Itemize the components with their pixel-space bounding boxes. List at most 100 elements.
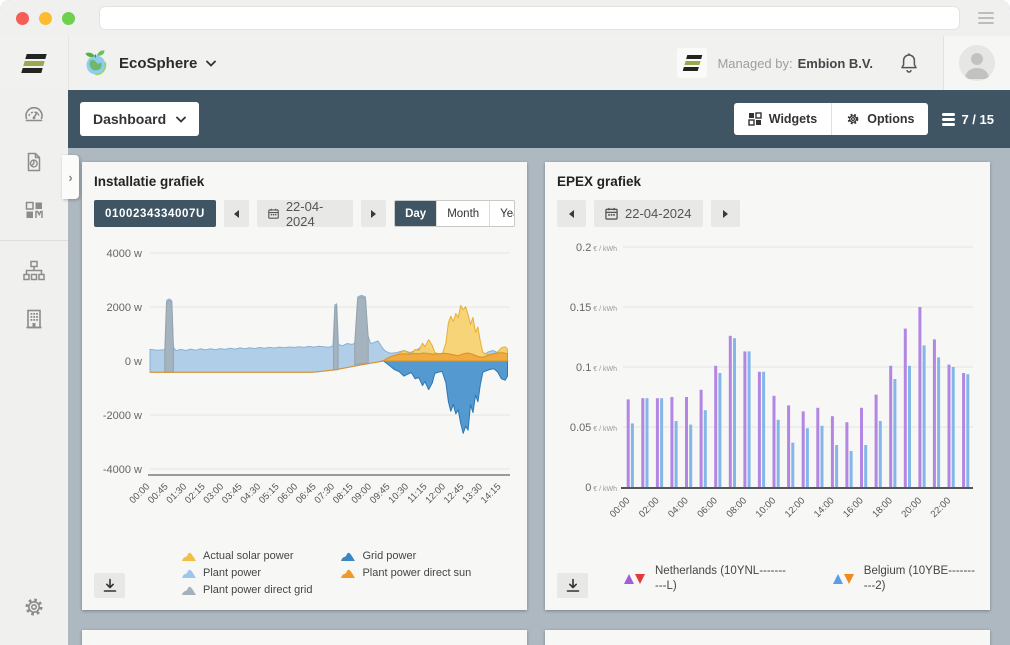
dashboard-selector[interactable]: Dashboard (80, 102, 199, 136)
widget-counter: 7 / 15 (942, 112, 994, 127)
svg-text:2000 w: 2000 w (107, 302, 143, 314)
sidebar-expander[interactable]: › (62, 155, 79, 199)
svg-text:07:30: 07:30 (312, 481, 337, 506)
legend-marker-icon (181, 585, 197, 596)
zoom-window-button[interactable] (62, 12, 75, 25)
managed-by-value: Embion B.V. (798, 56, 873, 71)
legend-marker-icon (181, 568, 197, 579)
svg-text:03:00: 03:00 (201, 481, 226, 506)
range-option-day[interactable]: Day (395, 201, 436, 226)
svg-text:-2000 w: -2000 w (103, 410, 142, 422)
notifications-button[interactable] (899, 52, 919, 74)
svg-text:0.05 € / kWh: 0.05 € / kWh (570, 422, 617, 434)
chevron-right-icon: › (68, 170, 72, 185)
download-chart-button[interactable] (94, 573, 125, 598)
options-button-label: Options (867, 112, 914, 126)
calendar-icon (268, 207, 279, 220)
dashboard-content: › Installatie grafiek 0100234334007U 22-… (68, 148, 1010, 645)
sidebar-item-reports[interactable] (0, 138, 68, 186)
up-down-triangles-icon (624, 574, 645, 584)
svg-text:06:00: 06:00 (275, 481, 300, 506)
close-window-button[interactable] (16, 12, 29, 25)
legend-item[interactable]: Plant power direct grid (181, 583, 312, 598)
svg-text:13:30: 13:30 (460, 481, 485, 506)
embion-logo[interactable] (0, 36, 69, 90)
widgets-grid-icon (22, 198, 46, 222)
options-button[interactable]: Options (831, 103, 928, 135)
svg-text:09:00: 09:00 (349, 481, 374, 506)
svg-text:0 w: 0 w (125, 356, 142, 368)
svg-text:08:00: 08:00 (724, 495, 749, 520)
next-date-button[interactable] (711, 200, 740, 227)
sidebar-item-settings[interactable] (0, 583, 68, 631)
sidebar-item-company[interactable] (0, 295, 68, 343)
dashboard-navbar: Dashboard Widgets (68, 90, 1010, 148)
sitemap-icon (21, 258, 47, 284)
prev-date-button[interactable] (224, 200, 249, 227)
url-bar[interactable] (99, 6, 960, 30)
date-value: 22-04-2024 (286, 199, 342, 229)
chevron-down-icon (206, 60, 216, 67)
sidebar-item-widgets[interactable] (0, 186, 68, 234)
app-header: EcoSphere Managed by: Embion B.V. (0, 36, 1010, 90)
dashboard-selector-label: Dashboard (93, 111, 166, 127)
sidebar-item-dashboard[interactable] (0, 90, 68, 138)
download-chart-button[interactable] (557, 573, 588, 598)
range-toggle: DayMonthYear (394, 200, 515, 227)
epex-grafiek-card: EPEX grafiek 22-04-2024 0.2 € / kWh0.15 … (545, 162, 990, 610)
legend-item[interactable]: Belgium (10YBE----------2) (833, 564, 978, 594)
date-picker-button[interactable]: 22-04-2024 (257, 200, 353, 227)
legend-marker-icon (340, 568, 356, 579)
minimize-window-button[interactable] (39, 12, 52, 25)
svg-text:12:00: 12:00 (423, 481, 448, 506)
legend-item[interactable]: Plant power (181, 566, 312, 581)
legend-marker-icon (181, 551, 197, 562)
sidebar-item-sites[interactable] (0, 247, 68, 295)
building-icon (22, 307, 46, 331)
svg-text:04:30: 04:30 (238, 481, 263, 506)
widgets-button[interactable]: Widgets (734, 103, 832, 135)
ecosphere-logo-icon (82, 49, 110, 77)
installatie-grafiek-card: Installatie grafiek 0100234334007U 22-04… (82, 162, 527, 610)
chevron-left-icon (569, 210, 574, 218)
epex-chart[interactable]: 0.2 € / kWh0.15 € / kWh0.1 € / kWh0.05 €… (557, 233, 978, 525)
svg-text:03:45: 03:45 (220, 481, 245, 506)
svg-text:22:00: 22:00 (929, 495, 954, 520)
svg-text:18:00: 18:00 (870, 495, 895, 520)
range-option-month[interactable]: Month (436, 201, 489, 226)
prev-date-button[interactable] (557, 200, 586, 227)
installatie-chart[interactable]: 4000 w2000 w0 w-2000 w-4000 w00:0000:450… (94, 233, 515, 525)
card-title: EPEX grafiek (557, 174, 978, 189)
next-date-button[interactable] (361, 200, 386, 227)
svg-text:4000 w: 4000 w (107, 248, 143, 260)
org-selector[interactable]: EcoSphere (69, 36, 216, 90)
legend-item[interactable]: Grid power (340, 549, 471, 564)
device-id-badge[interactable]: 0100234334007U (94, 200, 216, 227)
svg-text:20:00: 20:00 (899, 495, 924, 520)
svg-text:10:00: 10:00 (754, 495, 779, 520)
settings-gear-icon (22, 595, 46, 619)
epex-legend: Netherlands (10YNL----------L) Belgium (1… (557, 564, 978, 598)
svg-text:08:15: 08:15 (331, 481, 356, 506)
sidebar-divider (0, 240, 68, 241)
date-picker-button[interactable]: 22-04-2024 (594, 200, 703, 227)
svg-text:02:15: 02:15 (183, 481, 208, 506)
legend-item[interactable]: Plant power direct sun (340, 566, 471, 581)
browser-menu-icon[interactable] (978, 12, 994, 24)
svg-text:00:00: 00:00 (608, 495, 633, 520)
navbar-button-group: Widgets Options (734, 103, 929, 135)
managed-by-label: Managed by: (717, 56, 792, 71)
gear-icon (846, 112, 860, 126)
avatar (959, 45, 995, 81)
user-menu[interactable] (943, 36, 1010, 90)
browser-window: EcoSphere Managed by: Embion B.V. (0, 0, 1010, 645)
chevron-left-icon (234, 210, 239, 218)
date-value: 22-04-2024 (625, 206, 692, 221)
svg-text:01:30: 01:30 (165, 481, 190, 506)
widgets-button-label: Widgets (769, 112, 818, 126)
range-option-year[interactable]: Year (489, 201, 515, 226)
card-title: Installatie grafiek (94, 174, 515, 189)
legend-item[interactable]: Actual solar power (181, 549, 312, 564)
chevron-right-icon (371, 210, 376, 218)
legend-item[interactable]: Netherlands (10YNL----------L) (624, 564, 787, 594)
